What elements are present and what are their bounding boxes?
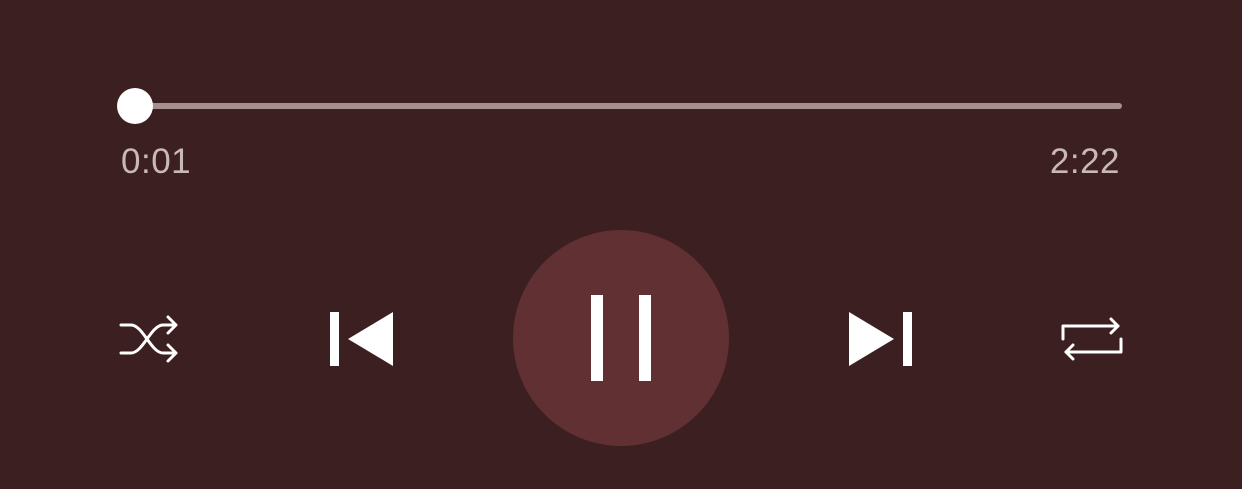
next-button[interactable] — [838, 304, 924, 374]
repeat-button[interactable] — [1052, 306, 1132, 372]
previous-button[interactable] — [318, 304, 404, 374]
repeat-icon — [1060, 311, 1124, 367]
skip-next-icon — [848, 311, 914, 367]
progress-thumb[interactable] — [116, 88, 153, 124]
shuffle-icon — [119, 311, 181, 367]
pause-button[interactable] — [513, 230, 729, 446]
shuffle-button[interactable] — [112, 306, 188, 372]
skip-previous-icon — [328, 311, 394, 367]
total-duration: 2:22 — [1049, 142, 1120, 181]
progress-track[interactable] — [128, 103, 1122, 109]
elapsed-time: 0:01 — [121, 142, 192, 181]
pause-icon — [590, 294, 652, 382]
